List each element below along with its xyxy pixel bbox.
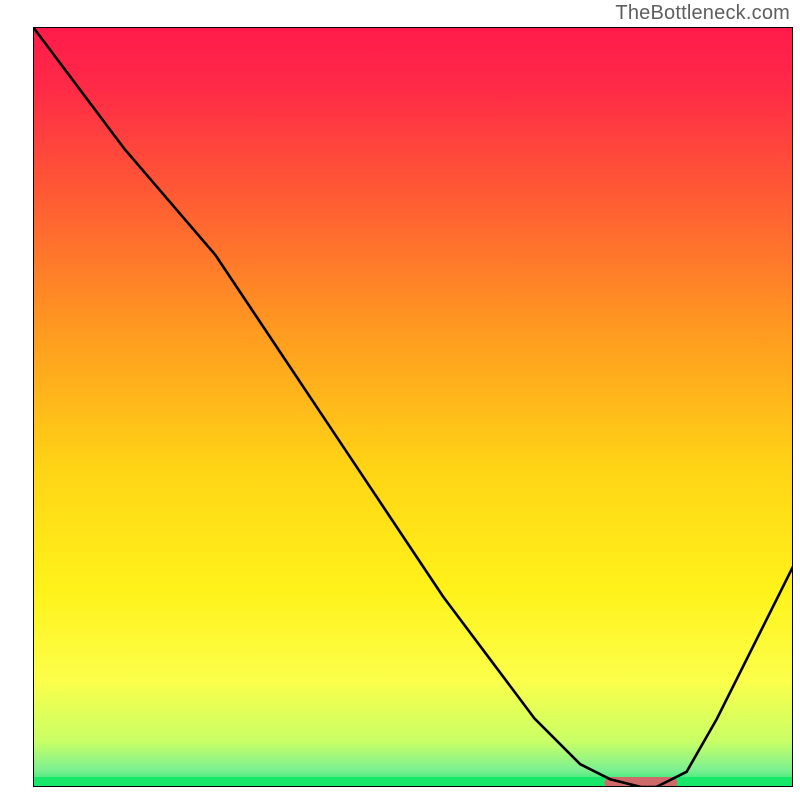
watermark-text: TheBottleneck.com [615, 2, 790, 25]
gradient-background [33, 27, 793, 787]
chart-svg [0, 0, 800, 800]
green-baseline-strip [33, 777, 793, 787]
plot-area [33, 27, 793, 787]
